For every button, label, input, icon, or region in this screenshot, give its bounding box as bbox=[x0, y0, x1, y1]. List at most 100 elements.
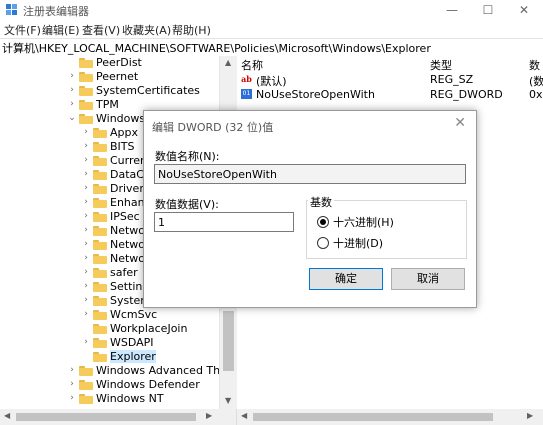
folder-icon bbox=[93, 296, 107, 306]
minimize-button[interactable]: — bbox=[434, 0, 470, 20]
value-name: NoUseStoreOpenWith bbox=[256, 88, 375, 101]
folder-open-icon bbox=[79, 114, 93, 124]
chevron-right-icon[interactable]: › bbox=[68, 71, 76, 81]
folder-icon bbox=[93, 226, 107, 236]
hex-radio[interactable] bbox=[317, 216, 329, 228]
regedit-app-icon bbox=[6, 4, 17, 15]
scroll-thumb[interactable] bbox=[253, 413, 493, 421]
folder-icon bbox=[93, 310, 107, 320]
close-window-button[interactable]: ✕ bbox=[506, 0, 542, 20]
folder-icon bbox=[79, 100, 93, 110]
chevron-right-icon[interactable]: › bbox=[68, 379, 76, 389]
tree-item-label: Windows bbox=[96, 112, 146, 125]
dialog-close-icon[interactable]: ✕ bbox=[454, 115, 466, 131]
chevron-right-icon[interactable]: › bbox=[82, 239, 90, 249]
chevron-right-icon[interactable]: › bbox=[82, 141, 90, 151]
base-label: 基数 bbox=[308, 194, 334, 210]
folder-icon bbox=[93, 198, 107, 208]
maximize-button[interactable]: ☐ bbox=[470, 0, 506, 20]
ok-button[interactable]: 确定 bbox=[309, 268, 383, 290]
tree-item-label: Windows Defender bbox=[96, 378, 200, 391]
column-name-header[interactable]: 名称 bbox=[241, 57, 263, 73]
chevron-right-icon[interactable]: › bbox=[82, 267, 90, 277]
value-data-field[interactable]: 1 bbox=[154, 212, 294, 232]
dword-value-icon: 01 bbox=[241, 89, 252, 99]
scroll-left-arrow-icon[interactable]: ◀ bbox=[241, 411, 247, 420]
list-item[interactable]: ab (默认) REG_SZ (数 bbox=[237, 72, 543, 88]
scroll-thumb[interactable] bbox=[223, 311, 234, 371]
scroll-right-arrow-icon[interactable]: ▶ bbox=[206, 411, 212, 420]
chevron-right-icon[interactable]: › bbox=[82, 253, 90, 263]
tree-item-label: Windows NT bbox=[96, 392, 164, 405]
tree-item-label: WcmSvc bbox=[110, 308, 158, 321]
folder-icon bbox=[93, 324, 107, 334]
value-type: REG_SZ bbox=[430, 73, 474, 86]
value-data: 0x( bbox=[529, 88, 543, 101]
address-bar[interactable]: 计算机\HKEY_LOCAL_MACHINE\SOFTWARE\Policies… bbox=[0, 38, 543, 57]
scroll-up-arrow-icon[interactable]: ▲ bbox=[225, 58, 231, 67]
folder-icon bbox=[93, 240, 107, 250]
scroll-down-arrow-icon[interactable]: ▼ bbox=[225, 396, 231, 405]
tree-item-label: Windows Advanced Threa bbox=[96, 364, 219, 377]
menu-file[interactable]: 文件(F) bbox=[4, 22, 41, 38]
chevron-right-icon[interactable]: › bbox=[82, 337, 90, 347]
menu-edit[interactable]: 编辑(E) bbox=[42, 22, 80, 38]
hex-radio-label[interactable]: 十六进制(H) bbox=[333, 214, 394, 230]
chevron-right-icon[interactable]: › bbox=[68, 393, 76, 403]
tree-item-label: Peernet bbox=[96, 70, 139, 83]
value-data-label: 数值数据(V): bbox=[155, 198, 219, 211]
folder-icon bbox=[93, 142, 107, 152]
tree-item-label: WorkplaceJoin bbox=[110, 322, 188, 335]
window-title: 注册表编辑器 bbox=[23, 5, 89, 18]
column-type-header[interactable]: 类型 bbox=[430, 57, 452, 73]
tree-item-label: WSDAPI bbox=[110, 336, 154, 349]
chevron-right-icon[interactable]: › bbox=[82, 155, 90, 165]
folder-icon bbox=[93, 338, 107, 348]
scroll-thumb[interactable] bbox=[16, 413, 196, 421]
tree-horizontal-scrollbar[interactable]: ◀ ▶ bbox=[0, 409, 236, 425]
column-data-header[interactable]: 数 bbox=[529, 57, 540, 73]
menu-help[interactable]: 帮助(H) bbox=[172, 22, 211, 38]
chevron-right-icon[interactable]: › bbox=[68, 99, 76, 109]
folder-icon bbox=[93, 156, 107, 166]
chevron-right-icon[interactable]: › bbox=[82, 295, 90, 305]
tree-item-label: Appx bbox=[110, 126, 138, 139]
chevron-right-icon[interactable]: › bbox=[82, 183, 90, 193]
folder-icon bbox=[93, 128, 107, 138]
list-horizontal-scrollbar[interactable]: ◀ ▶ bbox=[236, 409, 543, 425]
chevron-right-icon[interactable]: › bbox=[82, 197, 90, 207]
chevron-right-icon[interactable]: › bbox=[82, 169, 90, 179]
folder-icon bbox=[93, 282, 107, 292]
chevron-right-icon[interactable]: › bbox=[68, 365, 76, 375]
folder-icon bbox=[93, 268, 107, 278]
edit-dword-dialog: 编辑 DWORD (32 位)值 ✕ 数值名称(N): NoUseStoreOp… bbox=[143, 110, 477, 308]
decimal-radio-label[interactable]: 十进制(D) bbox=[333, 235, 383, 251]
folder-icon bbox=[93, 170, 107, 180]
chevron-down-icon[interactable]: ⌄ bbox=[68, 113, 76, 123]
folder-icon bbox=[93, 254, 107, 264]
folder-icon bbox=[79, 380, 93, 390]
value-name-label: 数值名称(N): bbox=[155, 150, 220, 163]
chevron-right-icon[interactable]: › bbox=[82, 127, 90, 137]
chevron-right-icon[interactable]: › bbox=[68, 85, 76, 95]
list-header: 名称 类型 数 bbox=[237, 56, 543, 73]
value-name-field[interactable]: NoUseStoreOpenWith bbox=[154, 164, 466, 184]
menu-view[interactable]: 查看(V) bbox=[82, 22, 120, 38]
folder-icon bbox=[79, 394, 93, 404]
scroll-right-arrow-icon[interactable]: ▶ bbox=[527, 411, 533, 420]
address-path: 计算机\HKEY_LOCAL_MACHINE\SOFTWARE\Policies… bbox=[2, 42, 431, 55]
menu-favorites[interactable]: 收藏夹(A) bbox=[122, 22, 171, 38]
tree-item-label: TPM bbox=[96, 98, 119, 111]
scroll-left-arrow-icon[interactable]: ◀ bbox=[4, 411, 10, 420]
decimal-radio[interactable] bbox=[317, 237, 329, 249]
chevron-right-icon[interactable]: › bbox=[82, 211, 90, 221]
chevron-right-icon[interactable]: › bbox=[82, 309, 90, 319]
chevron-right-icon[interactable]: › bbox=[82, 281, 90, 291]
folder-icon bbox=[79, 58, 93, 68]
chevron-right-icon[interactable]: › bbox=[82, 225, 90, 235]
folder-icon bbox=[79, 72, 93, 82]
cancel-button[interactable]: 取消 bbox=[391, 268, 465, 290]
list-item[interactable]: 01 NoUseStoreOpenWith REG_DWORD 0x( bbox=[237, 87, 543, 102]
folder-icon bbox=[93, 184, 107, 194]
folder-icon bbox=[79, 86, 93, 96]
